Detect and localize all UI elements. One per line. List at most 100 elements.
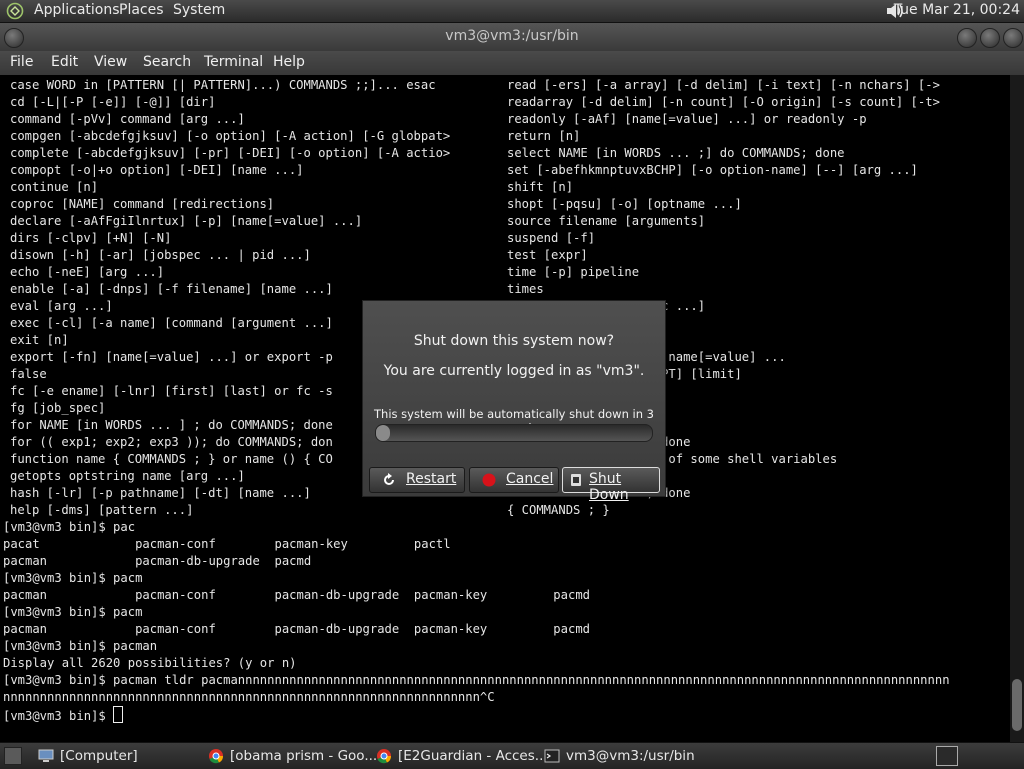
help-entry-left: eval [arg ...] [10, 299, 113, 313]
window-titlebar[interactable]: vm3@vm3:/usr/bin [0, 23, 1024, 51]
menu-system[interactable]: System [173, 2, 225, 18]
terminal-line: Display all 2620 possibilities? (y or n) [3, 656, 297, 670]
help-entry-left: hash [-lr] [-p pathname] [-dt] [name ...… [10, 486, 311, 500]
terminal-line: [vm3@vm3 bin]$ pac [3, 520, 136, 534]
minimize-icon[interactable] [957, 28, 977, 48]
shutdown-icon [571, 474, 581, 486]
menu-search[interactable]: Search [143, 54, 191, 70]
shutdown-progress-bar [375, 424, 653, 442]
terminal-prompt: [vm3@vm3 bin]$ [3, 709, 114, 723]
help-entry-left: echo [-neE] [arg ...] [10, 265, 165, 279]
help-entry-right: times [507, 282, 544, 296]
help-entry-right: time [-p] pipeline [507, 265, 640, 279]
help-entry-left: declare [-aAfFgiIlnrtux] [-p] [name[=val… [10, 214, 363, 228]
menu-file[interactable]: File [10, 54, 33, 70]
terminal-icon [544, 749, 560, 763]
restart-label: Restart [406, 471, 457, 487]
taskbar-label: [Computer] [60, 748, 138, 764]
window-title: vm3@vm3:/usr/bin [445, 28, 579, 44]
terminal-line: pacat pacman-conf pacman-key pactl [3, 537, 451, 551]
prompt-line: [vm3@vm3 bin]$ [3, 706, 124, 723]
help-entry-left: continue [n] [10, 180, 99, 194]
maximize-icon[interactable] [980, 28, 1000, 48]
taskbar-item-chrome-1[interactable]: [obama prism - Goo... [206, 745, 377, 767]
workspace-switcher[interactable] [936, 746, 958, 766]
show-desktop-button[interactable] [4, 747, 22, 765]
help-entry-left: enable [-a] [-dnps] [-f filename] [name … [10, 282, 333, 296]
terminal-line: [vm3@vm3 bin]$ pacman tldr pacmannnnnnnn… [3, 673, 950, 687]
terminal-line: pacman pacman-conf pacman-db-upgrade pac… [3, 588, 590, 602]
help-entry-left: fc [-e ename] [-lnr] [first] [last] or f… [10, 384, 333, 398]
help-entry-left: command [-pVv] command [arg ...] [10, 112, 245, 126]
terminal-menubar: File Edit View Search Terminal Help [0, 51, 1024, 75]
distro-logo-icon[interactable] [6, 2, 24, 20]
cancel-icon [482, 473, 496, 487]
menu-places[interactable]: Places [119, 2, 164, 18]
close-icon[interactable] [1003, 28, 1023, 48]
terminal-line: [vm3@vm3 bin]$ pacman [3, 639, 158, 653]
help-entry-left: case WORD in [PATTERN [| PATTERN]...) CO… [10, 78, 436, 92]
taskbar-item-chrome-2[interactable]: [E2Guardian - Acces... [374, 745, 548, 767]
menu-edit[interactable]: Edit [51, 54, 78, 70]
shutdown-label: Shut Down [589, 471, 629, 503]
terminal-line: nnnnnnnnnnnnnnnnnnnnnnnnnnnnnnnnnnnnnnnn… [3, 690, 495, 704]
menu-terminal[interactable]: Terminal [204, 54, 263, 70]
restart-button[interactable]: Restart [369, 467, 465, 493]
taskbar-label: [obama prism - Goo... [230, 748, 378, 764]
help-entry-right: source filename [arguments] [507, 214, 706, 228]
computer-icon [38, 749, 54, 762]
help-entry-left: compopt [-o|+o option] [-DEI] [name ...] [10, 163, 304, 177]
help-entry-right: shift [n] [507, 180, 574, 194]
terminal-line: [vm3@vm3 bin]$ pacm [3, 571, 143, 585]
help-entry-left: cd [-L|[-P [-e]] [-@]] [dir] [10, 95, 216, 109]
taskbar-label: vm3@vm3:/usr/bin [566, 748, 695, 764]
help-entry-right: select NAME [in WORDS ... ;] do COMMANDS… [507, 146, 845, 160]
help-entry-left: exec [-cl] [-a name] [command [argument … [10, 316, 333, 330]
help-entry-left: export [-fn] [name[=value] ...] or expor… [10, 350, 333, 364]
taskbar-item-computer[interactable]: [Computer] [36, 745, 196, 767]
help-entry-left: coproc [NAME] command [redirections] [10, 197, 275, 211]
help-entry-right: suspend [-f] [507, 231, 596, 245]
help-entry-right: shopt [-pqsu] [-o] [optname ...] [507, 197, 742, 211]
help-entry-right: return [n] [507, 129, 581, 143]
help-entry-left: complete [-abcdefgjksuv] [-pr] [-DEI] [-… [10, 146, 451, 160]
text-cursor [113, 706, 124, 723]
help-entry-left: exit [n] [10, 333, 69, 347]
cancel-button[interactable]: Cancel [469, 467, 559, 493]
dialog-logged-in-text: You are currently logged in as "vm3". [383, 363, 645, 379]
help-entry-left: help [-dms] [pattern ...] [10, 503, 194, 517]
terminal-scrollbar[interactable] [1010, 75, 1024, 742]
help-entry-left: for NAME [in WORDS ... ] ; do COMMANDS; … [10, 418, 333, 432]
help-entry-right: read [-ers] [-a array] [-d delim] [-i te… [507, 78, 940, 92]
help-entry-right: readarray [-d delim] [-n count] [-O orig… [507, 95, 940, 109]
help-entry-left: fg [job_spec] [10, 401, 106, 415]
shutdown-button[interactable]: Shut Down [562, 467, 660, 503]
help-entry-left: function name { COMMANDS ; } or name () … [10, 452, 333, 466]
terminal-line: pacman pacman-db-upgrade pacmd [3, 554, 312, 568]
menu-view[interactable]: View [94, 54, 127, 70]
help-entry-left: false [10, 367, 47, 381]
dialog-question: Shut down this system now? [413, 333, 615, 349]
top-panel: Applications Places System Tue Mar 21, 0… [0, 0, 1024, 23]
taskbar-item-terminal[interactable]: vm3@vm3:/usr/bin [542, 745, 712, 767]
chrome-icon [209, 749, 224, 764]
restart-icon [384, 473, 394, 485]
cancel-label: Cancel [506, 471, 554, 487]
help-entry-left: getopts optstring name [arg ...] [10, 469, 245, 483]
help-entry-right: test [expr] [507, 248, 588, 262]
menu-help[interactable]: Help [273, 54, 305, 70]
terminal-line: pacman pacman-conf pacman-db-upgrade pac… [3, 622, 590, 636]
chrome-icon [377, 749, 392, 764]
help-entry-right: { COMMANDS ; } [507, 503, 610, 517]
help-entry-left: disown [-h] [-ar] [jobspec ... | pid ...… [10, 248, 311, 262]
progress-fill [376, 425, 390, 441]
terminal-line: [vm3@vm3 bin]$ pacm [3, 605, 143, 619]
scrollbar-thumb[interactable] [1012, 679, 1022, 731]
shutdown-dialog: Shut down this system now? You are curre… [362, 300, 666, 503]
help-entry-right: readonly [-aAf] [name[=value] ...] or re… [507, 112, 867, 126]
help-entry-left: compgen [-abcdefgjksuv] [-o option] [-A … [10, 129, 451, 143]
help-entry-right: set [-abefhkmnptuvxBCHP] [-o option-name… [507, 163, 918, 177]
taskbar-label: [E2Guardian - Acces... [398, 748, 548, 764]
menu-applications[interactable]: Applications [34, 2, 120, 18]
panel-clock[interactable]: Tue Mar 21, 00:24 [894, 2, 1020, 18]
